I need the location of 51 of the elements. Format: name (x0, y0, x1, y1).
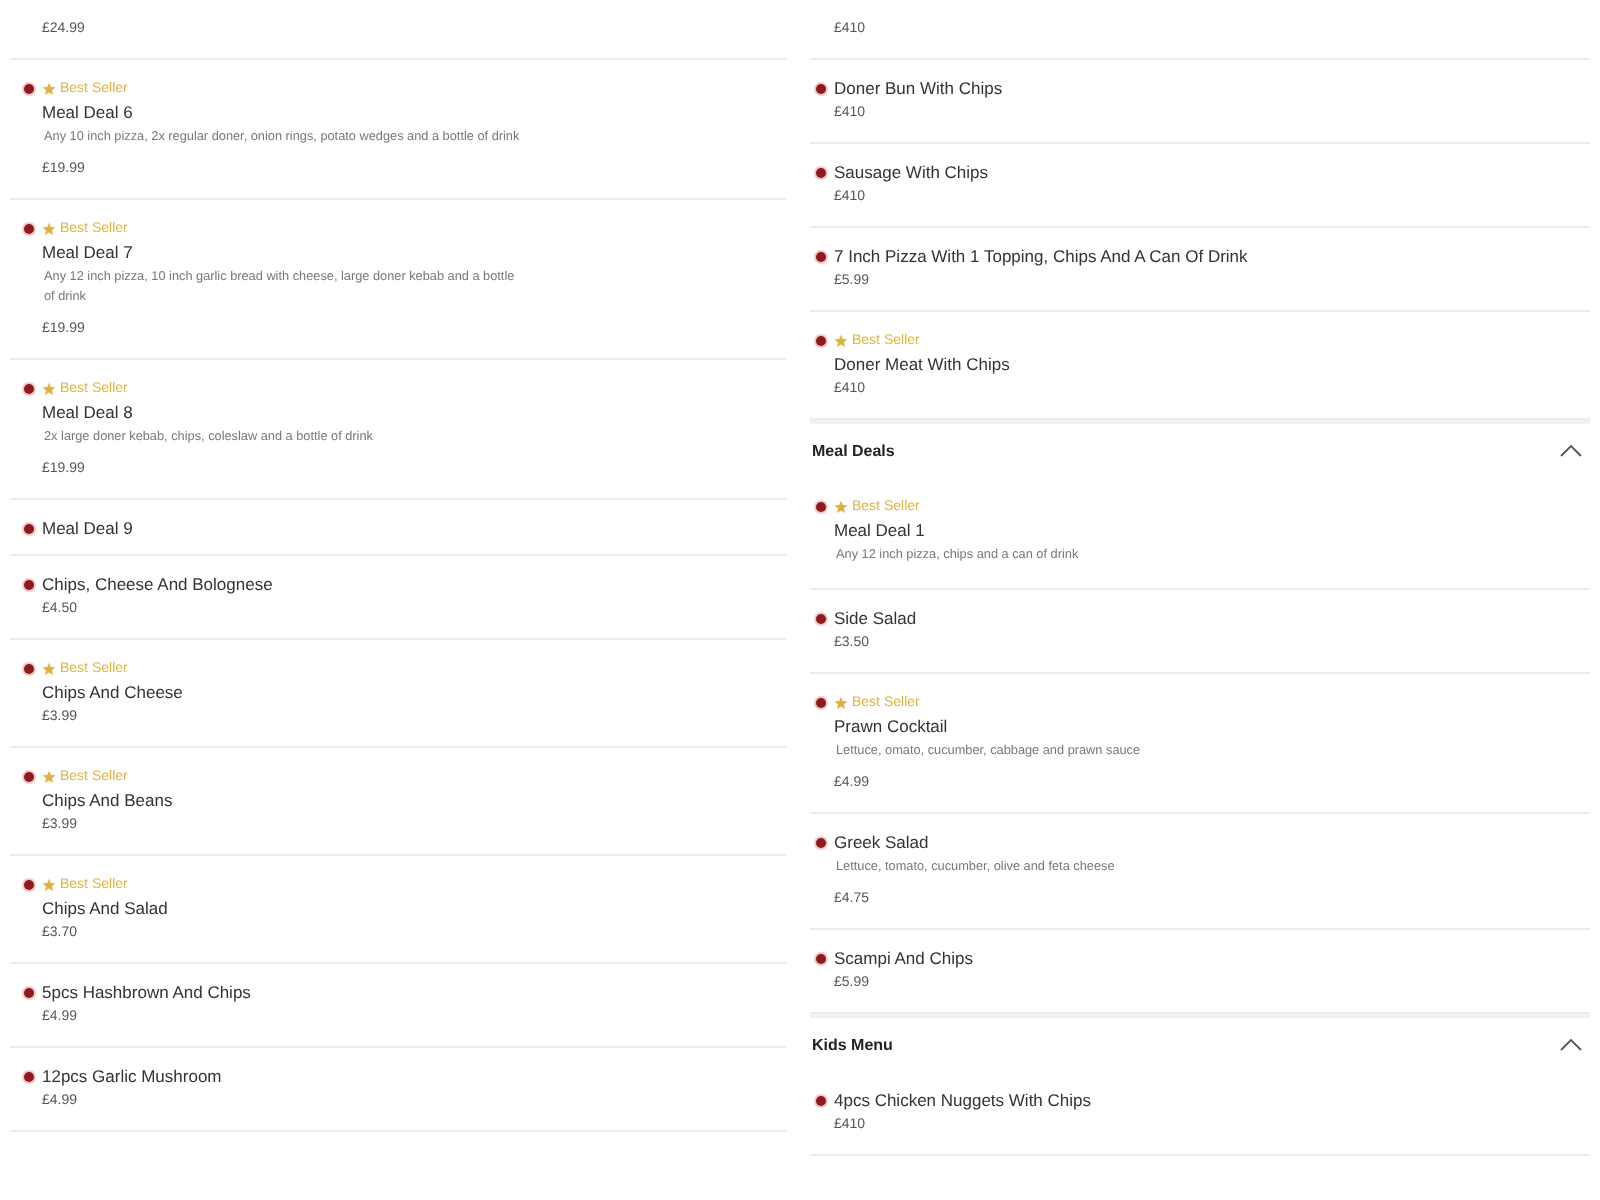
item-name[interactable]: Meal Deal 9 (42, 516, 133, 540)
star-icon (42, 877, 56, 891)
section-header-button[interactable]: Kids Menu (810, 1018, 1590, 1072)
item-name[interactable]: 12pcs Garlic Mushroom (42, 1064, 222, 1088)
dot-icon (24, 383, 34, 393)
star-icon (42, 81, 56, 95)
item-name[interactable]: Meal Deal 8 (24, 400, 786, 424)
item-name[interactable]: Meal Deal 6 (24, 100, 786, 124)
star-icon (42, 661, 56, 675)
item-name[interactable]: 7 Inch Pizza With 1 Topping, Chips And A Can Of Drink (834, 244, 1248, 268)
dot-icon (24, 83, 34, 93)
item-name[interactable]: Scampi And Chips (834, 946, 973, 970)
star-icon (834, 499, 848, 513)
dot-icon (24, 1071, 34, 1081)
star-icon (42, 769, 56, 783)
dot-icon (816, 167, 826, 177)
item-name[interactable]: 4pcs Chicken Nuggets With Chips (834, 1088, 1092, 1112)
star-icon (834, 695, 848, 709)
dot-icon (24, 579, 34, 589)
dot-icon (24, 223, 34, 233)
dot-icon (816, 251, 826, 261)
star-icon (42, 221, 56, 235)
item-name[interactable]: Chips And Salad (24, 896, 786, 920)
dot-icon (24, 523, 34, 533)
item-name[interactable]: Doner Meat With Chips (816, 352, 1590, 376)
dot-icon (816, 501, 826, 511)
item-name[interactable]: Chips, Cheese And Bolognese (42, 572, 273, 596)
item-name[interactable]: Chips And Beans (24, 788, 786, 812)
dot-icon (816, 83, 826, 93)
dot-icon (816, 335, 826, 345)
star-icon (42, 381, 56, 395)
dot-icon (24, 987, 34, 997)
dot-icon (24, 663, 34, 673)
item-name[interactable]: Greek Salad (834, 830, 929, 854)
dot-icon (816, 697, 826, 707)
dot-icon (816, 953, 826, 963)
dot-icon (816, 837, 826, 847)
section-header-button[interactable]: Meal Deals (810, 424, 1590, 478)
item-name[interactable]: 5pcs Hashbrown And Chips (42, 980, 251, 1004)
item-name[interactable]: Side Salad (834, 606, 917, 630)
item-name[interactable]: Meal Deal 7 (24, 240, 786, 264)
item-name[interactable]: Sausage With Chips (834, 160, 989, 184)
star-icon (834, 333, 848, 347)
dot-icon (24, 771, 34, 781)
item-name[interactable]: Chips And Cheese (24, 680, 786, 704)
dot-icon (816, 613, 826, 623)
dot-icon (24, 879, 34, 889)
dot-icon (816, 1095, 826, 1105)
item-name[interactable]: Doner Bun With Chips (834, 76, 1003, 100)
item-name[interactable]: Prawn Cocktail (816, 714, 1590, 738)
item-name[interactable]: Meal Deal 1 (816, 518, 1590, 542)
